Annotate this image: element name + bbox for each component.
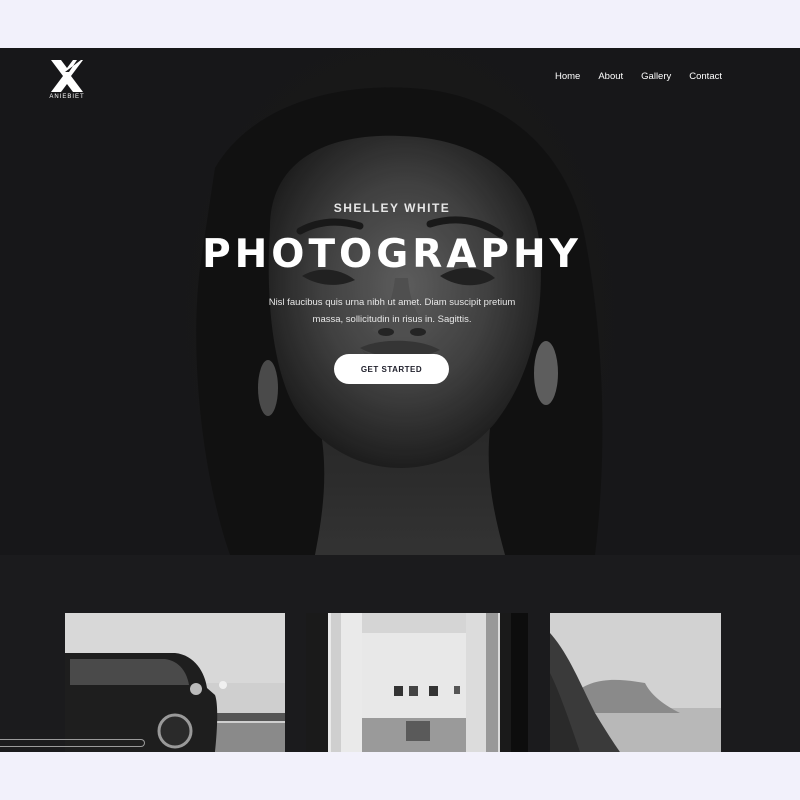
nav-gallery[interactable]: Gallery bbox=[641, 71, 671, 82]
gallery-item-interior[interactable] bbox=[306, 613, 528, 752]
get-started-button[interactable]: GET STARTED bbox=[334, 354, 449, 384]
gallery-interior-photo bbox=[306, 613, 528, 752]
hero-description: Nisl faucibus quis urna nibh ut amet. Di… bbox=[268, 297, 516, 325]
website-frame: SHELLEY WHITE PHOTOGRAPHY Nisl faucibus … bbox=[0, 48, 800, 752]
horizontal-scrollbar[interactable] bbox=[0, 739, 145, 747]
logo-icon bbox=[51, 60, 83, 92]
nav-home[interactable]: Home bbox=[555, 71, 580, 82]
main-nav: Home About Gallery Contact bbox=[555, 71, 722, 82]
nav-contact[interactable]: Contact bbox=[689, 71, 722, 82]
hero-title: PHOTOGRAPHY bbox=[202, 232, 582, 277]
hero-subtitle: SHELLEY WHITE bbox=[333, 201, 451, 215]
nav-about[interactable]: About bbox=[598, 71, 623, 82]
gallery-item-car[interactable] bbox=[65, 613, 285, 752]
coastal-cliff-photo bbox=[550, 613, 721, 752]
brand-logo[interactable]: ANIEBIET bbox=[47, 58, 87, 104]
logo-text: ANIEBIET bbox=[49, 94, 85, 100]
hero-section: SHELLEY WHITE PHOTOGRAPHY Nisl faucibus … bbox=[0, 48, 800, 555]
car-photo bbox=[65, 613, 285, 752]
gallery-item-coast[interactable] bbox=[550, 613, 721, 752]
